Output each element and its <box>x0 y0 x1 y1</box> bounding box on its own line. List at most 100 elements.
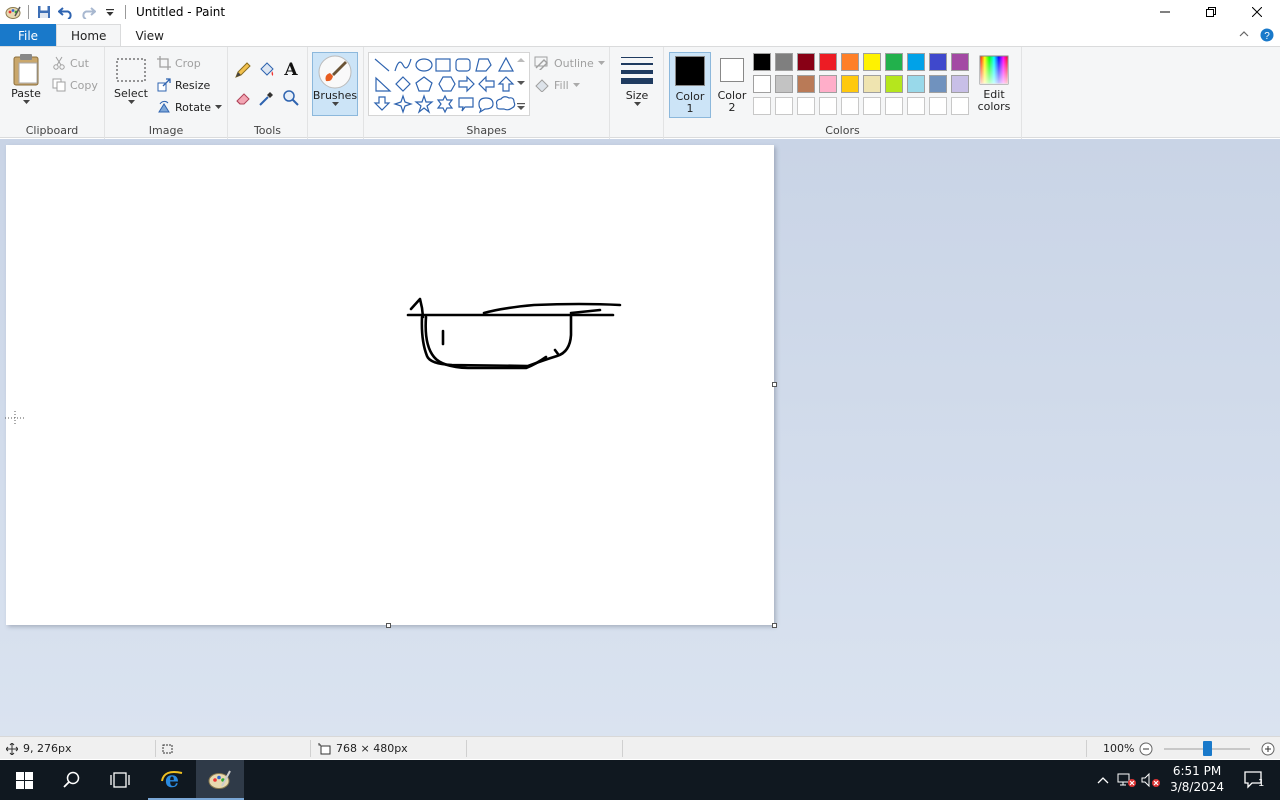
outline-button[interactable]: Outline <box>534 53 605 73</box>
size-label: Size <box>625 89 649 102</box>
palette-color-swatch[interactable] <box>819 75 837 93</box>
palette-custom-slot[interactable] <box>907 97 925 115</box>
taskbar-paint[interactable] <box>196 760 244 800</box>
tab-home[interactable]: Home <box>56 24 122 47</box>
chevron-down-icon[interactable] <box>517 80 525 86</box>
title-bar: Untitled - Paint <box>0 0 1280 24</box>
palette-color-swatch[interactable] <box>797 53 815 71</box>
palette-custom-slot[interactable] <box>929 97 947 115</box>
select-button[interactable]: Select <box>113 57 149 105</box>
palette-color-swatch[interactable] <box>929 53 947 71</box>
search-button[interactable] <box>48 760 96 800</box>
palette-color-swatch[interactable] <box>841 75 859 93</box>
customize-quick-access-icon[interactable] <box>99 1 121 23</box>
internet-explorer-icon: e <box>161 767 183 791</box>
palette-color-swatch[interactable] <box>775 75 793 93</box>
palette-custom-slot[interactable] <box>775 97 793 115</box>
polygon-shape-icon <box>475 58 492 72</box>
image-group: Select Crop Resize Rotate Image <box>105 47 228 139</box>
eraser-icon[interactable] <box>234 89 252 110</box>
palette-custom-slot[interactable] <box>797 97 815 115</box>
palette-color-swatch[interactable] <box>907 53 925 71</box>
start-button[interactable] <box>0 760 48 800</box>
pencil-icon[interactable] <box>234 61 252 82</box>
palette-color-swatch[interactable] <box>753 53 771 71</box>
resize-handle-right[interactable] <box>772 382 777 387</box>
palette-color-swatch[interactable] <box>863 53 881 71</box>
palette-color-swatch[interactable] <box>951 53 969 71</box>
palette-color-swatch[interactable] <box>753 75 771 93</box>
magnifier-icon[interactable] <box>282 89 300 110</box>
palette-color-swatch[interactable] <box>885 75 903 93</box>
right-arrow-shape-icon <box>458 75 475 93</box>
palette-color-swatch[interactable] <box>797 75 815 93</box>
status-bar: 9, 276px 768 × 480px 100% <box>0 736 1280 759</box>
palette-color-swatch[interactable] <box>819 53 837 71</box>
tools-group-label: Tools <box>253 124 282 137</box>
zoom-slider-thumb[interactable] <box>1203 741 1212 756</box>
resize-button[interactable]: Resize <box>157 75 210 95</box>
collapse-ribbon-icon[interactable] <box>1238 28 1250 45</box>
palette-color-swatch[interactable] <box>863 75 881 93</box>
expand-gallery-icon[interactable] <box>517 103 525 111</box>
volume-button[interactable] <box>1140 760 1162 800</box>
minimize-button[interactable] <box>1142 0 1188 24</box>
task-view-button[interactable] <box>96 760 144 800</box>
cut-button[interactable]: Cut <box>52 53 89 73</box>
palette-custom-slot[interactable] <box>951 97 969 115</box>
help-icon[interactable]: ? <box>1260 28 1274 45</box>
fill-button[interactable]: Fill <box>534 75 580 95</box>
color1-button[interactable]: Color 1 <box>669 52 711 118</box>
fill-bucket-icon[interactable] <box>258 61 276 82</box>
triangle-shape-icon <box>497 56 515 72</box>
brushes-button[interactable]: Brushes <box>312 52 358 116</box>
paint-app-icon[interactable] <box>2 1 24 23</box>
palette-color-swatch[interactable] <box>885 53 903 71</box>
copy-button[interactable]: Copy <box>52 75 98 95</box>
palette-custom-slot[interactable] <box>863 97 881 115</box>
redo-icon[interactable] <box>77 1 99 23</box>
show-hidden-icons-button[interactable] <box>1094 760 1112 800</box>
rotate-button[interactable]: Rotate <box>157 97 223 117</box>
resize-handle-bottom[interactable] <box>386 623 391 628</box>
system-clock[interactable]: 6:51 PM 3/8/2024 <box>1170 763 1224 795</box>
crop-button[interactable]: Crop <box>157 53 201 73</box>
chevron-up-icon[interactable] <box>517 57 525 63</box>
palette-color-swatch[interactable] <box>929 75 947 93</box>
palette-color-swatch[interactable] <box>907 75 925 93</box>
size-button[interactable]: Size <box>618 55 656 107</box>
palette-color-swatch[interactable] <box>951 75 969 93</box>
zoom-out-button[interactable] <box>1139 737 1153 760</box>
text-icon[interactable]: A <box>282 59 300 82</box>
palette-custom-slot[interactable] <box>885 97 903 115</box>
palette-color-swatch[interactable] <box>775 53 793 71</box>
restore-button[interactable] <box>1188 0 1234 24</box>
canvas-size-icon <box>318 742 331 754</box>
shapes-scroll[interactable] <box>514 53 528 115</box>
color2-button[interactable]: Color 2 <box>712 55 752 114</box>
tab-view[interactable]: View <box>121 24 177 47</box>
edit-colors-button[interactable]: Edit colors <box>976 55 1012 113</box>
tab-file[interactable]: File <box>0 24 56 47</box>
zoom-in-button[interactable] <box>1261 737 1275 760</box>
palette-custom-slot[interactable] <box>753 97 771 115</box>
paste-button[interactable]: Paste <box>8 53 44 105</box>
network-status-button[interactable] <box>1116 760 1138 800</box>
notifications-button[interactable]: 1 <box>1234 760 1274 800</box>
color-picker-icon[interactable] <box>258 89 276 110</box>
palette-custom-slot[interactable] <box>841 97 859 115</box>
resize-label: Resize <box>175 78 211 92</box>
taskbar-internet-explorer[interactable]: e <box>148 760 196 800</box>
drawn-stroke <box>553 348 560 356</box>
copy-icon <box>52 78 66 92</box>
undo-icon[interactable] <box>55 1 77 23</box>
canvas-size-text: 768 × 480px <box>336 742 408 755</box>
drawing-canvas[interactable] <box>6 145 777 628</box>
resize-handle-corner[interactable] <box>772 623 777 628</box>
close-button[interactable] <box>1234 0 1280 24</box>
palette-custom-slot[interactable] <box>819 97 837 115</box>
palette-color-swatch[interactable] <box>841 53 859 71</box>
divider <box>125 5 126 19</box>
chevron-down-icon <box>215 104 223 109</box>
save-icon[interactable] <box>33 1 55 23</box>
